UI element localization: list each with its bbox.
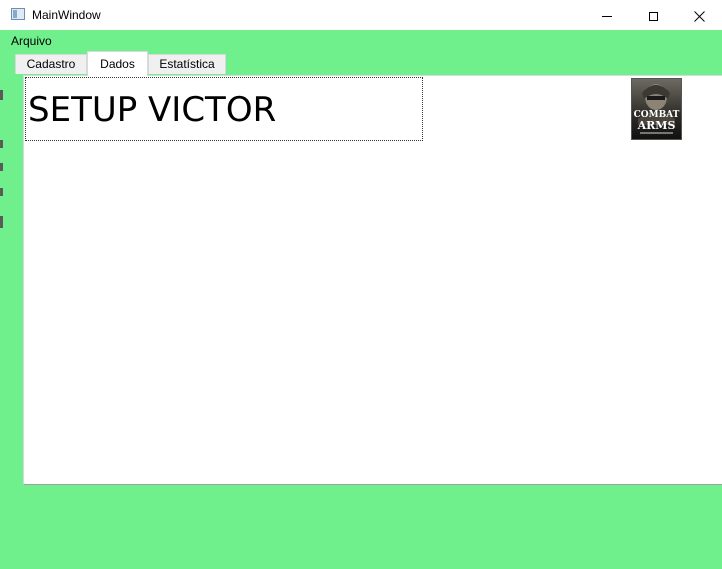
- tab-estatistica[interactable]: Estatística: [148, 54, 226, 74]
- combat-arms-logo: COMBAT ARMS: [631, 78, 682, 140]
- title-bar: MainWindow: [0, 0, 722, 30]
- tab-cadastro[interactable]: Cadastro: [15, 54, 87, 74]
- app-window-icon: [11, 8, 25, 20]
- minimize-button[interactable]: [584, 0, 630, 30]
- window-title: MainWindow: [32, 8, 101, 22]
- maximize-icon: [648, 11, 658, 21]
- combat-arms-logo-image: COMBAT ARMS: [632, 79, 681, 139]
- logo-text-arms: ARMS: [637, 119, 676, 132]
- background-window-edge: [0, 88, 4, 268]
- close-button[interactable]: [676, 0, 722, 30]
- menu-arquivo[interactable]: Arquivo: [11, 34, 52, 48]
- maximize-button[interactable]: [630, 0, 676, 30]
- setup-text-field[interactable]: SETUP VICTOR: [25, 77, 423, 141]
- menu-bar: Arquivo: [0, 32, 722, 50]
- tab-dados[interactable]: Dados: [87, 51, 148, 76]
- minimize-icon: [602, 15, 612, 17]
- close-icon: [693, 10, 705, 22]
